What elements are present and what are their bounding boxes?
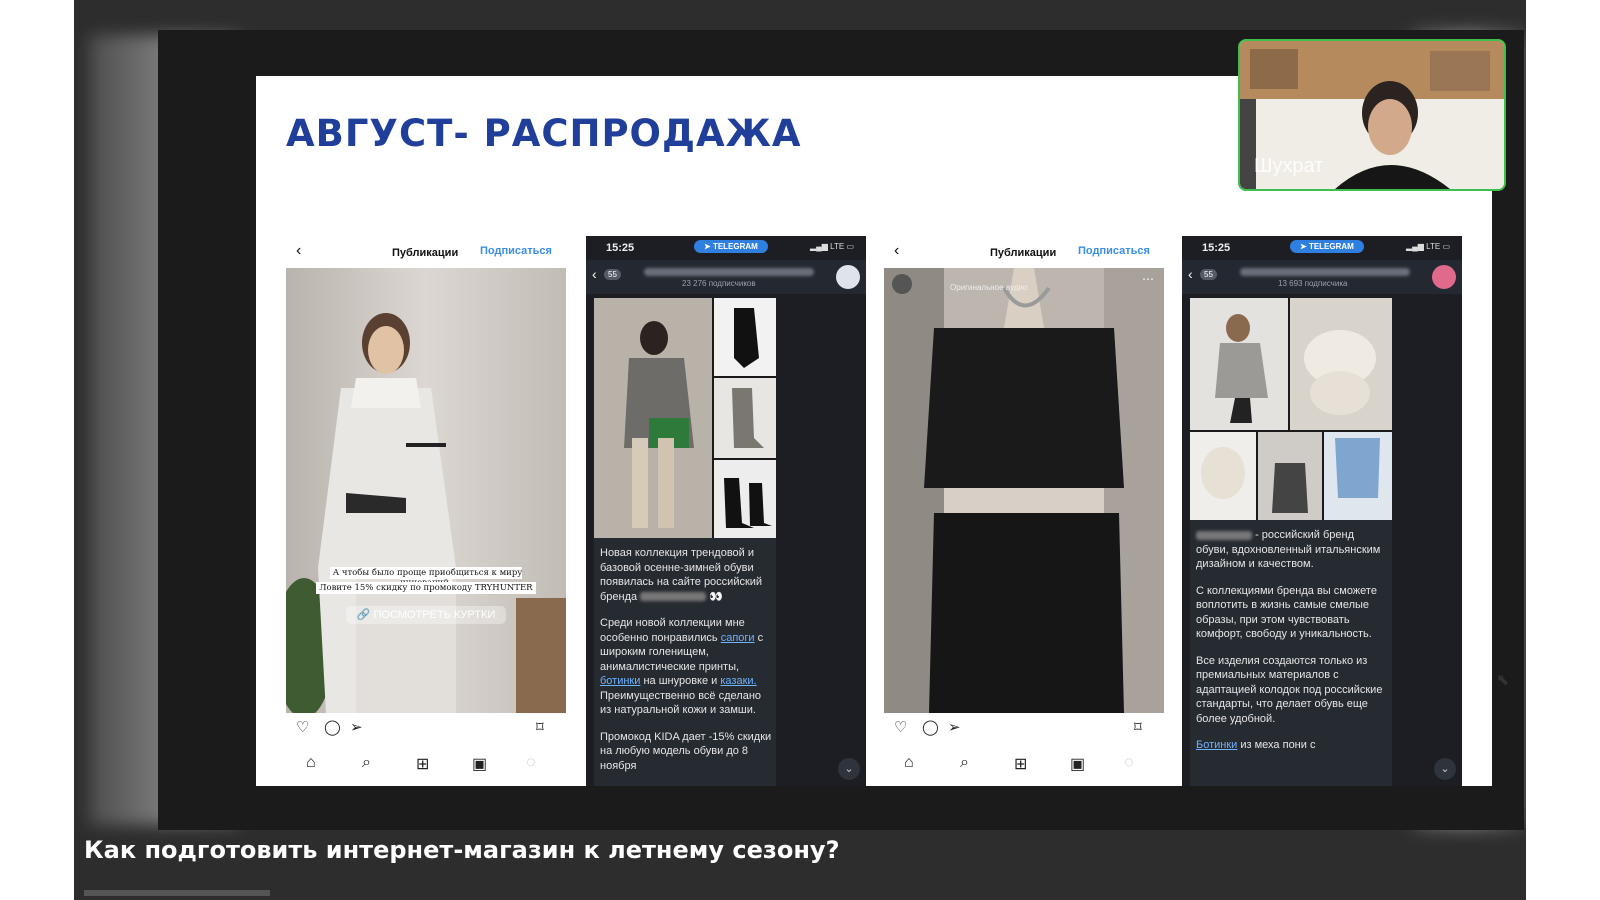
reel-photo-outfit: Оригинальное аудио ⋯ (884, 268, 1164, 713)
message-paragraph-3: Промокод KIDA дает -15% скидки на любую … (600, 730, 772, 772)
link-icon: 🔗 (356, 609, 371, 621)
message-text: Новая коллекция трендовой и базовой осен… (600, 546, 772, 785)
telegram-pill: ➤ TELEGRAM (1290, 240, 1364, 253)
instagram-post-screenshot: ‹ Публикации Подписаться А чтобы было пр… (286, 236, 566, 786)
subscribe-link: Подписаться (480, 245, 552, 257)
more-icon: ⋯ (1142, 272, 1154, 286)
link-ankle-boots[interactable]: ботинки (600, 675, 640, 687)
message-photo-collage (594, 298, 776, 538)
subscriber-count: 23 276 подписчиков (682, 279, 756, 288)
status-bar: 15:25 ➤ TELEGRAM ▂▄▆ LTE ▭ (1182, 236, 1462, 260)
link-sticker-label: ПОСМОТРЕТЬ КУРТКИ (373, 609, 496, 621)
telegram-pill-label: TELEGRAM (712, 242, 758, 251)
home-icon: ⌂ (306, 754, 316, 771)
message-text: - российский бренд обуви, вдохновленный … (1196, 528, 1386, 765)
add-post-icon: ⊞ (416, 756, 430, 773)
emoji: 👀 (709, 590, 723, 603)
heart-icon: ♡ (296, 719, 310, 736)
slide-title: АВГУСТ- РАСПРОДАЖА (286, 112, 802, 155)
message-paragraph-2d: Преимущественно всё сделано из натуральн… (600, 689, 762, 717)
message-paragraph-2: С коллекциями бренда вы сможете воплотит… (1196, 584, 1377, 641)
chevron-down-icon: ⌄ (1434, 758, 1456, 780)
share-icon: ➢ (350, 719, 363, 736)
subscribe-link: Подписаться (1078, 245, 1150, 257)
chevron-left-icon: ‹ (1188, 266, 1193, 282)
reels-icon: ▣ (1070, 756, 1086, 773)
telegram-pill: ➤ TELEGRAM (694, 240, 768, 253)
telegram-post-screenshot: 15:25 ➤ TELEGRAM ▂▄▆ LTE ▭ ‹ 55 23 276 п… (586, 236, 866, 786)
telegram-pill-label: TELEGRAM (1308, 242, 1354, 251)
instagram-reel-screenshot: ‹ Публикации Подписаться Оригинальное ау… (884, 236, 1164, 786)
message-photo-collage (1190, 298, 1392, 520)
unread-badge: 55 (1200, 269, 1217, 280)
message-paragraph-2c: на шнуровке и (643, 675, 718, 687)
instagram-header: ‹ Публикации Подписаться (286, 236, 566, 268)
chevron-left-icon: ‹ (592, 266, 597, 282)
channel-name-blurred (644, 268, 814, 276)
profile-icon: ◌ (1124, 754, 1134, 771)
status-time: 15:25 (1202, 242, 1231, 254)
share-icon: ➢ (948, 719, 961, 736)
message-paragraph-3: Все изделия создаются только из премиаль… (1196, 654, 1383, 725)
instagram-header: ‹ Публикации Подписаться (884, 236, 1164, 268)
brand-name-blurred (1196, 530, 1252, 540)
author-avatar (892, 274, 912, 294)
participant-name: Шухрат (1254, 155, 1324, 177)
message-paragraph-4: из меха пони с (1240, 739, 1316, 751)
channel-avatar (1432, 265, 1456, 289)
instagram-bottom-nav: ⌂ ⌕ ⊞ ▣ ◌ (884, 746, 1164, 786)
progress-bar[interactable] (84, 890, 270, 896)
heart-icon: ♡ (894, 719, 908, 736)
chevron-down-icon: ⌄ (838, 758, 860, 780)
video-title: Как подготовить интернет-магазин к летне… (84, 836, 840, 864)
message-bubble: Новая коллекция трендовой и базовой осен… (594, 298, 776, 786)
bookmark-icon: ⌑ (536, 719, 544, 736)
chevron-left-icon: ‹ (296, 242, 302, 259)
telegram-post-screenshot-2: 15:25 ➤ TELEGRAM ▂▄▆ LTE ▭ ‹ 55 13 693 п… (1182, 236, 1462, 786)
reels-icon: ▣ (472, 756, 488, 773)
chevron-left-icon: ‹ (894, 242, 900, 259)
header-label: Публикации (990, 247, 1057, 259)
unread-badge: 55 (604, 269, 621, 280)
post-photo-jacket: А чтобы было проще приобщиться к миру ин… (286, 268, 566, 713)
webcam-tile[interactable]: Шухрат (1238, 39, 1506, 191)
comment-icon: ◯ (922, 719, 939, 736)
signal-label: LTE (1426, 242, 1441, 251)
signal-indicator: ▂▄▆ LTE ▭ (1405, 242, 1450, 251)
channel-name-blurred (1240, 268, 1410, 276)
status-time: 15:25 (606, 242, 635, 254)
search-icon: ⌕ (960, 754, 969, 771)
channel-header: ‹ 55 13 693 подписчика (1182, 260, 1462, 294)
instagram-bottom-nav: ⌂ ⌕ ⊞ ▣ ◌ (286, 746, 566, 786)
signal-indicator: ▂▄▆ LTE ▭ (809, 242, 854, 251)
message-bubble: - российский бренд обуви, вдохновленный … (1190, 298, 1392, 786)
home-icon: ⌂ (904, 754, 914, 771)
comment-icon: ◯ (324, 719, 341, 736)
link-cowboy-boots[interactable]: казаки. (720, 675, 756, 687)
add-post-icon: ⊞ (1014, 756, 1028, 773)
subscriber-count: 13 693 подписчика (1278, 279, 1348, 288)
search-icon: ⌕ (362, 754, 371, 771)
link-boots[interactable]: сапоги (721, 632, 755, 644)
brand-name-blurred (640, 592, 707, 602)
channel-avatar (836, 265, 860, 289)
channel-header: ‹ 55 23 276 подписчиков (586, 260, 866, 294)
post-actions-bar: ♡ ◯ ➢ ⌑ (884, 716, 1164, 742)
link-sticker: 🔗 ПОСМОТРЕТЬ КУРТКИ (346, 606, 506, 624)
story-caption-2: Ловите 15% скидку по промокоду TRYHUNTER (316, 582, 536, 594)
header-label: Публикации (392, 247, 459, 259)
status-bar: 15:25 ➤ TELEGRAM ▂▄▆ LTE ▭ (586, 236, 866, 260)
mouse-cursor-icon: ⬉ (1496, 672, 1510, 689)
link-boots[interactable]: Ботинки (1196, 739, 1237, 751)
audio-label: Оригинальное аудио (950, 283, 1028, 292)
signal-label: LTE (830, 242, 845, 251)
bookmark-icon: ⌑ (1134, 719, 1142, 736)
profile-icon: ◌ (526, 754, 536, 771)
post-actions-bar: ♡ ◯ ➢ ⌑ (286, 716, 566, 742)
